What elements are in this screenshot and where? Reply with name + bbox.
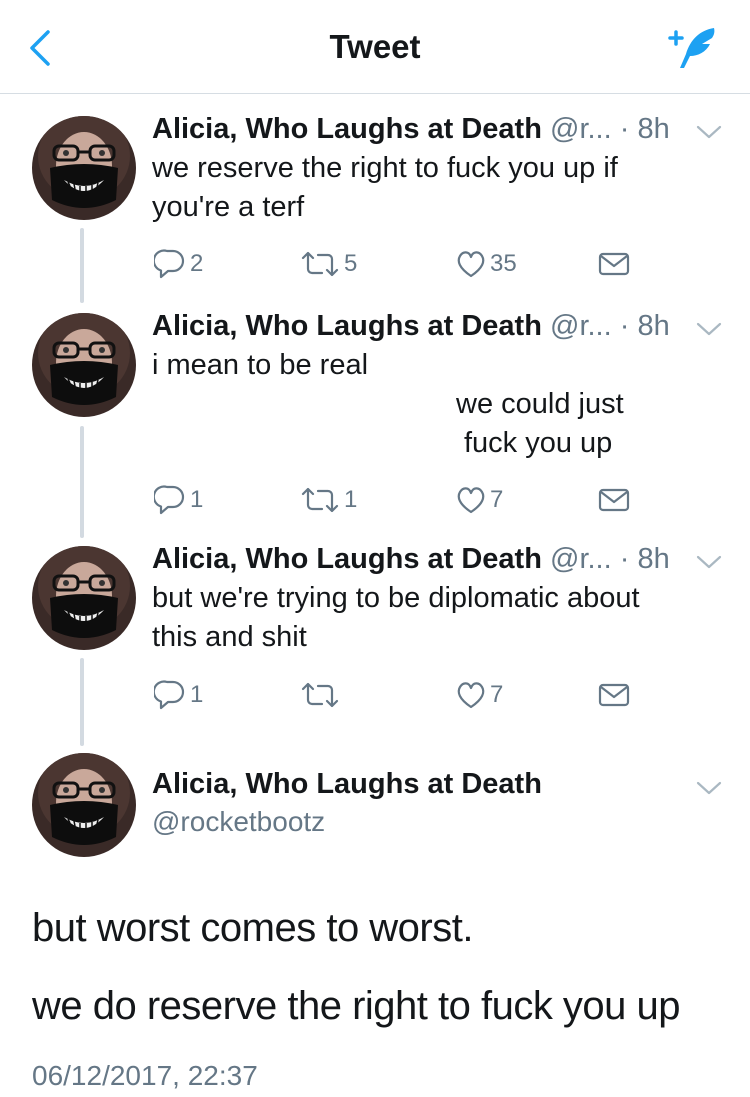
tweet-text-line: we could just <box>456 388 624 420</box>
retweet-icon <box>301 487 339 513</box>
thread-connector-line <box>80 658 84 746</box>
tweet-header: Alicia, Who Laughs at Death @r... · 8h <box>152 543 670 576</box>
avatar[interactable] <box>32 753 136 857</box>
direct-message-button[interactable] <box>598 486 630 514</box>
retweet-button[interactable] <box>300 680 344 710</box>
thread-connector-line <box>80 228 84 303</box>
tweet-text-line: but we're trying to be diplomatic about <box>152 582 640 614</box>
chevron-down-icon <box>696 781 722 795</box>
envelope-icon <box>598 252 630 276</box>
reply-icon <box>154 485 185 515</box>
tweet-text-line: we do reserve the right to fuck you up <box>32 984 681 1028</box>
heart-icon <box>457 251 485 278</box>
tweet-header: Alicia, Who Laughs at Death @r... · 8h <box>152 310 670 343</box>
tweet-text-line: you're a terf <box>152 191 305 223</box>
tweet-menu-button[interactable] <box>696 321 722 337</box>
author-handle[interactable]: @r... <box>550 310 612 342</box>
author-name[interactable]: Alicia, Who Laughs at Death <box>152 543 542 575</box>
retweet-icon <box>301 251 339 277</box>
tweet-header: Alicia, Who Laughs at Death @r... · 8h <box>152 113 670 146</box>
tweet-time: · 8h <box>619 113 670 145</box>
reply-icon <box>154 249 185 279</box>
reply-count: 1 <box>190 681 204 708</box>
like-count: 7 <box>490 486 504 513</box>
reply-button[interactable]: 1 <box>154 679 203 711</box>
page-title: Tweet <box>329 28 421 65</box>
compose-quill-icon <box>668 28 715 68</box>
chevron-down-icon <box>696 322 722 336</box>
retweet-button[interactable]: 5 <box>300 249 357 279</box>
tweet-menu-button[interactable] <box>696 780 722 796</box>
tweet-text-line: i mean to be real <box>152 349 369 381</box>
retweet-count: 5 <box>344 250 358 277</box>
avatar[interactable] <box>32 116 136 220</box>
retweet-button[interactable]: 1 <box>300 485 357 515</box>
retweet-count: 1 <box>344 486 358 513</box>
envelope-icon <box>598 488 630 512</box>
reply-count: 1 <box>190 486 204 513</box>
like-button[interactable]: 7 <box>456 680 503 710</box>
heart-icon <box>457 682 485 709</box>
chevron-down-icon <box>696 555 722 569</box>
tweet-text-line: this and shit <box>152 621 307 653</box>
compose-tweet-button[interactable] <box>664 24 722 72</box>
reply-icon <box>154 680 185 710</box>
like-count: 35 <box>490 250 517 277</box>
avatar[interactable] <box>32 546 136 650</box>
direct-message-button[interactable] <box>598 681 630 709</box>
tweet-text-line: we reserve the right to fuck you up if <box>152 152 618 184</box>
like-count: 7 <box>490 681 504 708</box>
tweet-text-line: fuck you up <box>464 427 613 459</box>
retweet-icon <box>301 682 339 708</box>
heart-icon <box>457 487 485 514</box>
reply-button[interactable]: 1 <box>154 484 203 516</box>
nav-bar: Tweet <box>0 0 750 94</box>
author-handle[interactable]: @r... <box>550 543 612 575</box>
tweet-timestamp: 06/12/2017, 22:37 <box>32 1060 258 1091</box>
chevron-down-icon <box>696 125 722 139</box>
author-handle[interactable]: @r... <box>550 113 612 145</box>
direct-message-button[interactable] <box>598 250 630 278</box>
envelope-icon <box>598 683 630 707</box>
tweet-time: · 8h <box>619 543 670 575</box>
tweet-text-line: but worst comes to worst. <box>32 906 473 950</box>
avatar[interactable] <box>32 313 136 417</box>
author-handle[interactable]: @rocketbootz <box>152 806 325 838</box>
reply-button[interactable]: 2 <box>154 248 203 280</box>
tweet-menu-button[interactable] <box>696 554 722 570</box>
like-button[interactable]: 7 <box>456 485 503 515</box>
author-name[interactable]: Alicia, Who Laughs at Death <box>152 768 542 801</box>
tweet-menu-button[interactable] <box>696 124 722 140</box>
like-button[interactable]: 35 <box>456 249 517 279</box>
tweet-time: · 8h <box>619 310 670 342</box>
thread-connector-line <box>80 426 84 538</box>
author-name[interactable]: Alicia, Who Laughs at Death <box>152 310 542 342</box>
author-name[interactable]: Alicia, Who Laughs at Death <box>152 113 542 145</box>
reply-count: 2 <box>190 250 204 277</box>
